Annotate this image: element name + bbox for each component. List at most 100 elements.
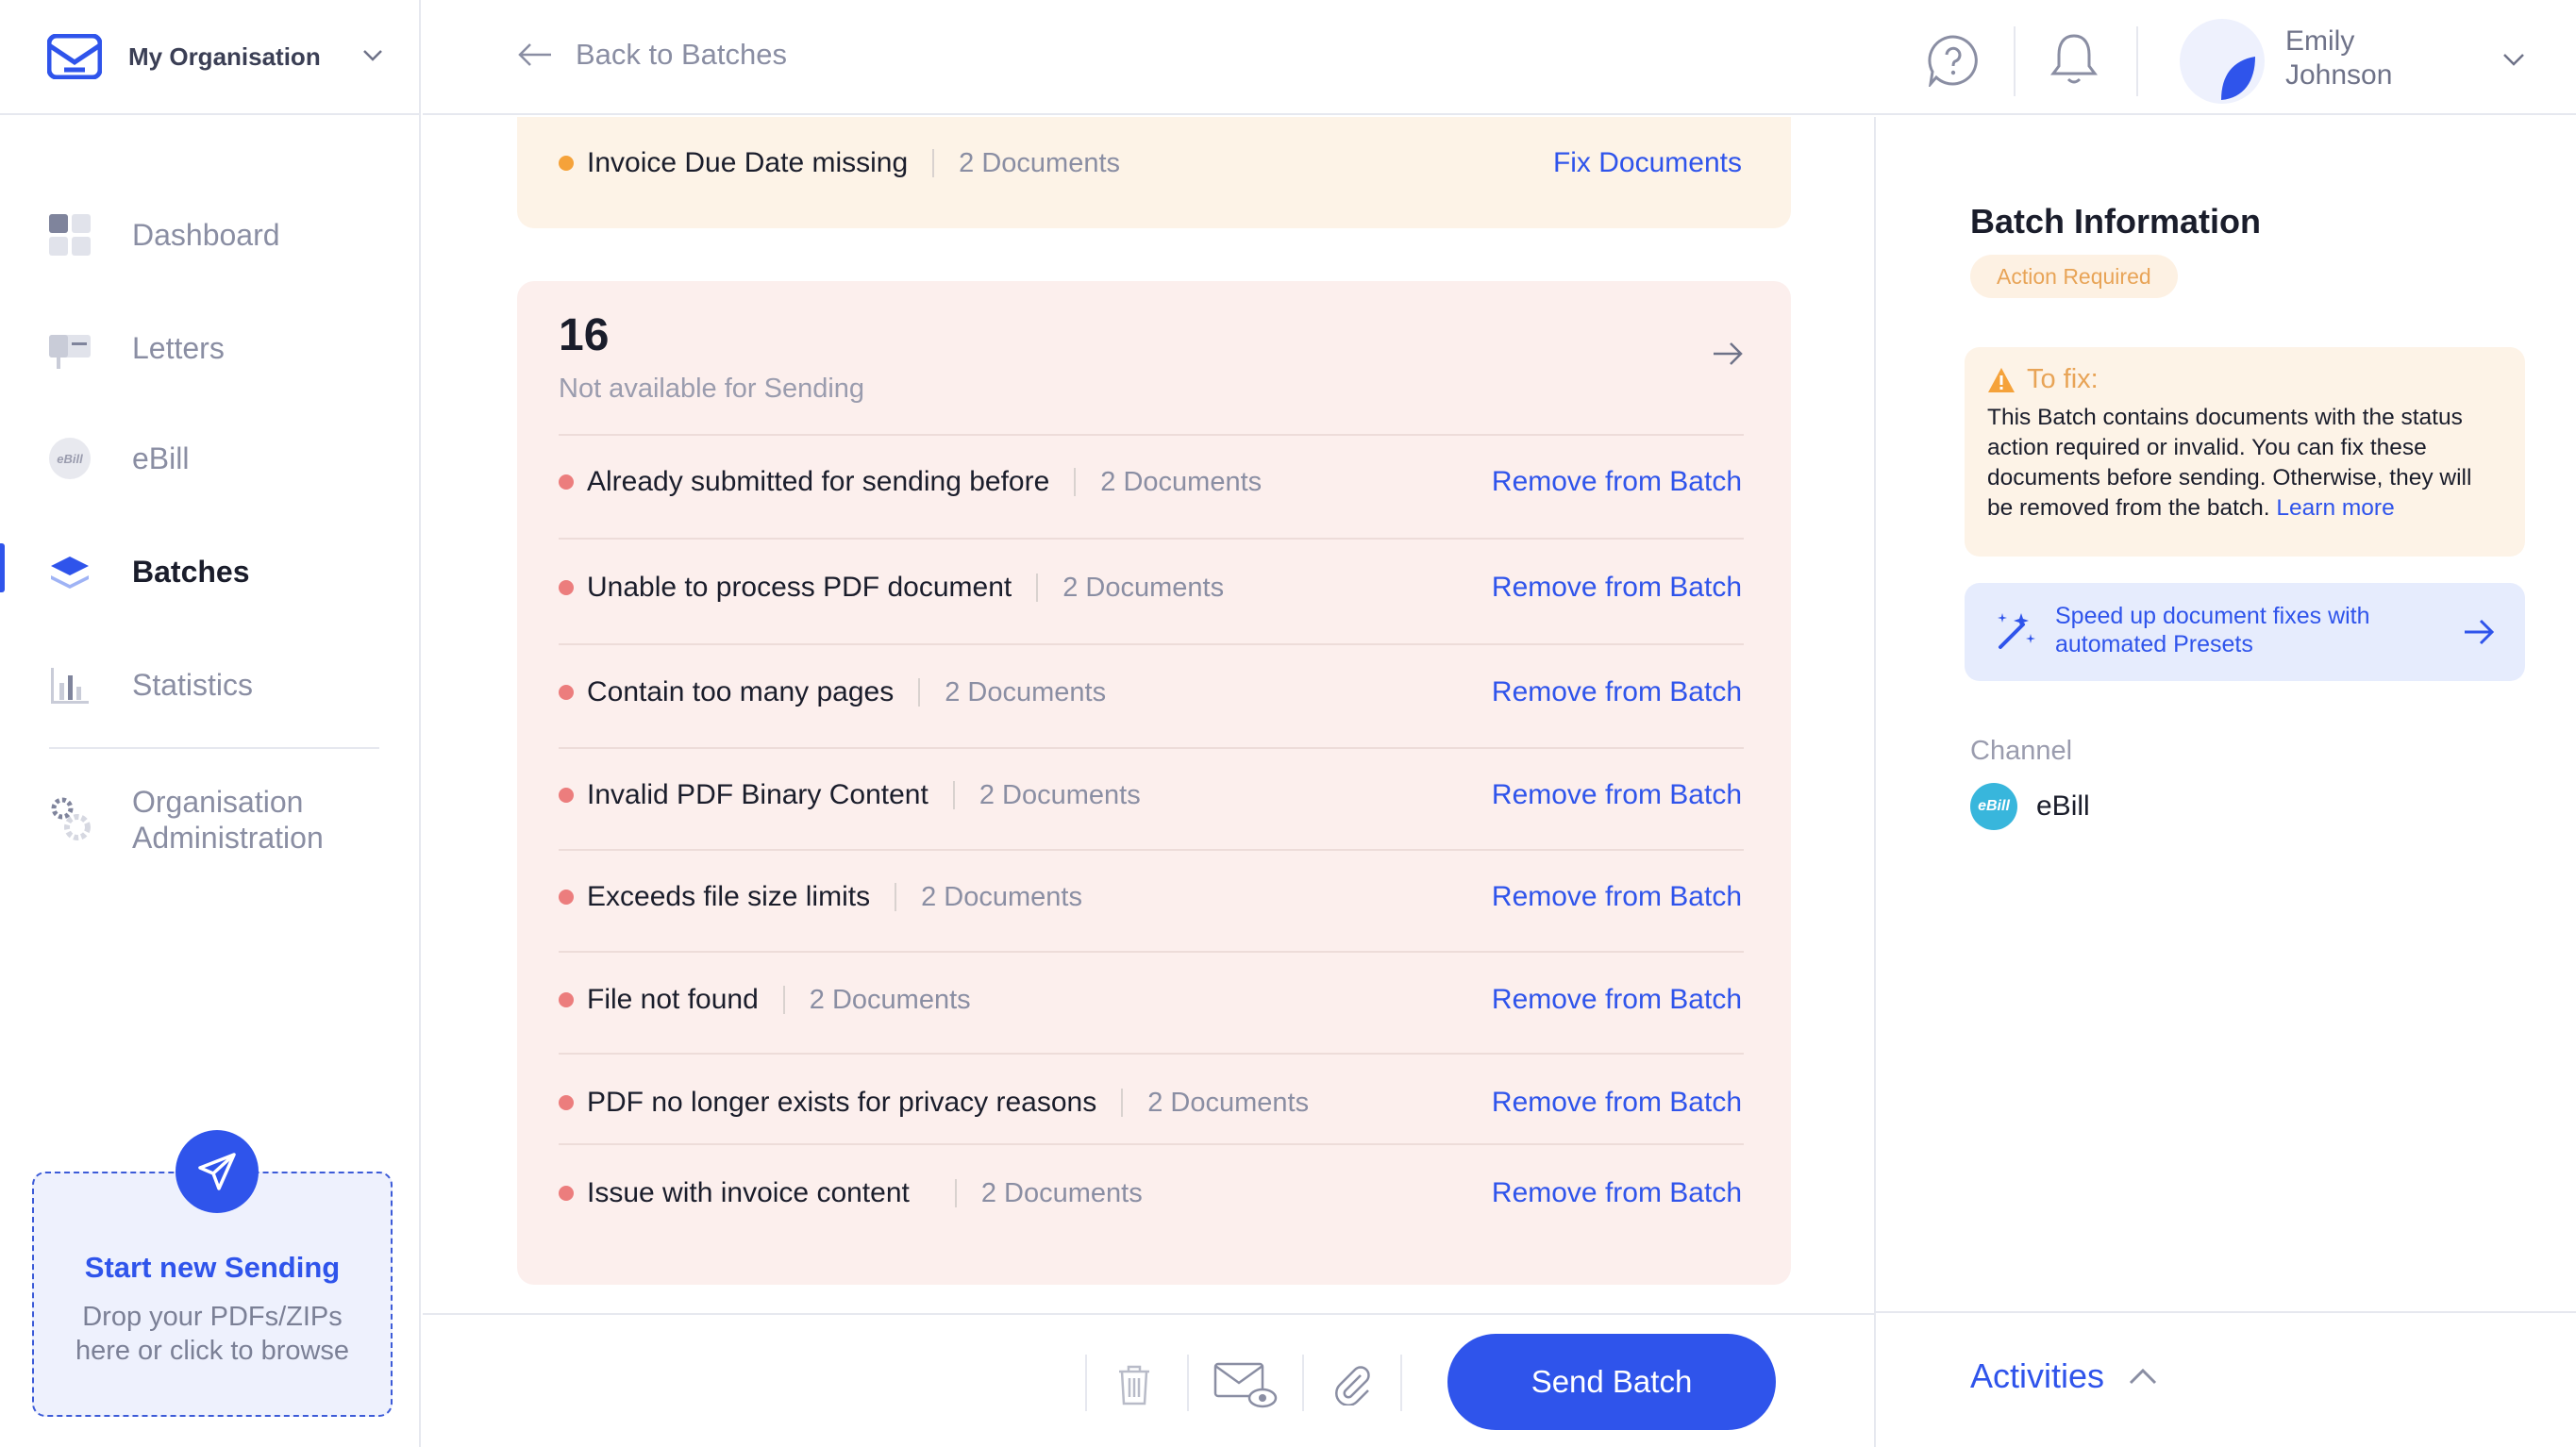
remove-from-batch-link[interactable]: Remove from Batch <box>1492 1177 1742 1209</box>
ebill-icon: eBill <box>1970 783 2017 830</box>
issue-row: Exceeds file size limits 2 Documents Rem… <box>559 881 1742 913</box>
avatar[interactable] <box>2180 19 2265 104</box>
issue-row: Invalid PDF Binary Content 2 Documents R… <box>559 779 1742 811</box>
organisation-name: My Organisation <box>128 42 321 71</box>
issue-row: PDF no longer exists for privacy reasons… <box>559 1087 1742 1119</box>
chevron-up-icon <box>2129 1368 2157 1385</box>
app-logo-icon <box>47 34 102 79</box>
upload-dropzone[interactable]: Start new Sending Drop your PDFs/ZIPs he… <box>32 1130 393 1417</box>
nav-item-dashboard[interactable]: Dashboard <box>0 179 421 291</box>
remove-from-batch-link[interactable]: Remove from Batch <box>1492 1087 1742 1119</box>
nav-label: Dashboard <box>132 217 280 252</box>
user-last-name: Johnson <box>2285 59 2393 91</box>
dashboard-icon <box>49 214 91 256</box>
presets-promo[interactable]: Speed up document fixes with automated P… <box>1965 583 2525 681</box>
attachment-icon[interactable] <box>1329 1360 1378 1409</box>
trash-icon[interactable] <box>1110 1360 1159 1409</box>
warning-triangle-icon <box>1988 367 2015 392</box>
nav-label: Letters <box>132 330 225 365</box>
preview-letter-icon[interactable] <box>1213 1360 1278 1409</box>
error-status-dot <box>559 1186 574 1201</box>
issue-separator <box>782 986 785 1014</box>
channel-label: Channel <box>1970 736 2073 766</box>
action-divider <box>1302 1355 1304 1411</box>
fix-documents-link[interactable]: Fix Documents <box>1553 147 1742 179</box>
issue-title: Contain too many pages <box>587 676 895 707</box>
issue-title: Invoice Due Date missing <box>587 147 909 178</box>
presets-text: Speed up document fixes with automated P… <box>2055 603 2370 657</box>
topbar-divider <box>2136 26 2138 96</box>
nav-label: Batches <box>132 554 250 589</box>
issue-separator <box>1036 574 1039 602</box>
nav-item-organisation-administration[interactable]: Organisation Administration <box>0 749 421 890</box>
error-status-dot <box>559 788 574 803</box>
row-divider <box>559 1143 1744 1145</box>
row-divider <box>559 538 1744 540</box>
issue-document-count: 2 Documents <box>921 881 1082 912</box>
to-fix-body: This Batch contains documents with the s… <box>1987 403 2502 524</box>
back-label: Back to Batches <box>576 38 788 71</box>
issue-title: Unable to process PDF document <box>587 572 1012 603</box>
channel-name: eBill <box>2036 790 2090 822</box>
nav-item-letters[interactable]: Letters <box>0 291 421 406</box>
nav-label: eBill <box>132 441 190 475</box>
issue-title: Invalid PDF Binary Content <box>587 779 928 810</box>
row-divider <box>559 951 1744 953</box>
issue-title: Already submitted for sending before <box>587 466 1050 497</box>
error-count: 16 <box>559 310 610 360</box>
issue-separator <box>1121 1089 1124 1117</box>
warning-issue-group: Invoice Due Date missing 2 Documents Fix… <box>517 117 1791 228</box>
sidebar: My Organisation Dashboard Letters eBill … <box>0 0 421 1447</box>
statistics-icon <box>49 664 91 706</box>
notification-bell-icon[interactable] <box>2049 32 2099 87</box>
arrow-left-icon <box>518 43 551 66</box>
issue-row: Unable to process PDF document 2 Documen… <box>559 572 1742 604</box>
nav-item-ebill[interactable]: eBill eBill <box>0 406 421 511</box>
status-badge: Action Required <box>1970 255 2178 298</box>
issue-document-count: 2 Documents <box>809 984 971 1015</box>
learn-more-link[interactable]: Learn more <box>2276 495 2394 521</box>
nav-item-batches[interactable]: Batches <box>0 511 421 632</box>
back-to-batches-link[interactable]: Back to Batches <box>517 38 787 72</box>
error-status-dot <box>559 992 574 1007</box>
error-status-dot <box>559 580 574 595</box>
arrow-right-icon[interactable] <box>1712 341 1744 366</box>
row-divider <box>559 747 1744 749</box>
organisation-switcher[interactable]: My Organisation <box>0 0 421 115</box>
chevron-down-icon[interactable] <box>2502 53 2525 66</box>
remove-from-batch-link[interactable]: Remove from Batch <box>1492 676 1742 708</box>
issue-separator <box>895 883 897 911</box>
nav-label: Organisation Administration <box>132 785 324 855</box>
help-icon[interactable] <box>1927 34 1980 87</box>
issue-separator <box>954 1179 957 1207</box>
issue-row: Already submitted for sending before 2 D… <box>559 466 1742 498</box>
user-name[interactable]: Emily Johnson <box>2285 25 2417 92</box>
remove-from-batch-link[interactable]: Remove from Batch <box>1492 779 1742 811</box>
error-status-dot <box>559 474 574 490</box>
topbar-divider <box>2014 26 2016 96</box>
issue-row: Contain too many pages 2 Documents Remov… <box>559 676 1742 708</box>
issue-title: File not found <box>587 984 759 1015</box>
chevron-down-icon[interactable] <box>362 49 383 62</box>
remove-from-batch-link[interactable]: Remove from Batch <box>1492 572 1742 604</box>
nav-item-statistics[interactable]: Statistics <box>0 632 421 738</box>
error-issue-group: 16 Not available for Sending Already sub… <box>517 281 1791 1285</box>
remove-from-batch-link[interactable]: Remove from Batch <box>1492 466 1742 498</box>
send-icon[interactable] <box>176 1130 259 1213</box>
issue-document-count: 2 Documents <box>1062 572 1225 603</box>
remove-from-batch-link[interactable]: Remove from Batch <box>1492 984 1742 1016</box>
issue-separator <box>1074 468 1077 496</box>
top-bar: Back to Batches Emily Johnson <box>423 0 2576 115</box>
batch-issues-list: Invoice Due Date missing 2 Documents Fix… <box>423 117 1874 1313</box>
send-batch-button[interactable]: Send Batch <box>1447 1334 1776 1430</box>
to-fix-text: This Batch contains documents with the s… <box>1987 405 2472 521</box>
issue-document-count: 2 Documents <box>979 779 1141 810</box>
issue-row: File not found 2 Documents Remove from B… <box>559 984 1742 1016</box>
row-divider <box>559 643 1744 645</box>
activities-toggle[interactable]: Activities <box>1970 1356 2157 1396</box>
batches-icon <box>49 551 91 592</box>
issue-document-count: 2 Documents <box>1147 1087 1310 1118</box>
issue-separator <box>952 781 955 809</box>
issue-title: Issue with invoice content <box>587 1177 910 1208</box>
remove-from-batch-link[interactable]: Remove from Batch <box>1492 881 1742 913</box>
